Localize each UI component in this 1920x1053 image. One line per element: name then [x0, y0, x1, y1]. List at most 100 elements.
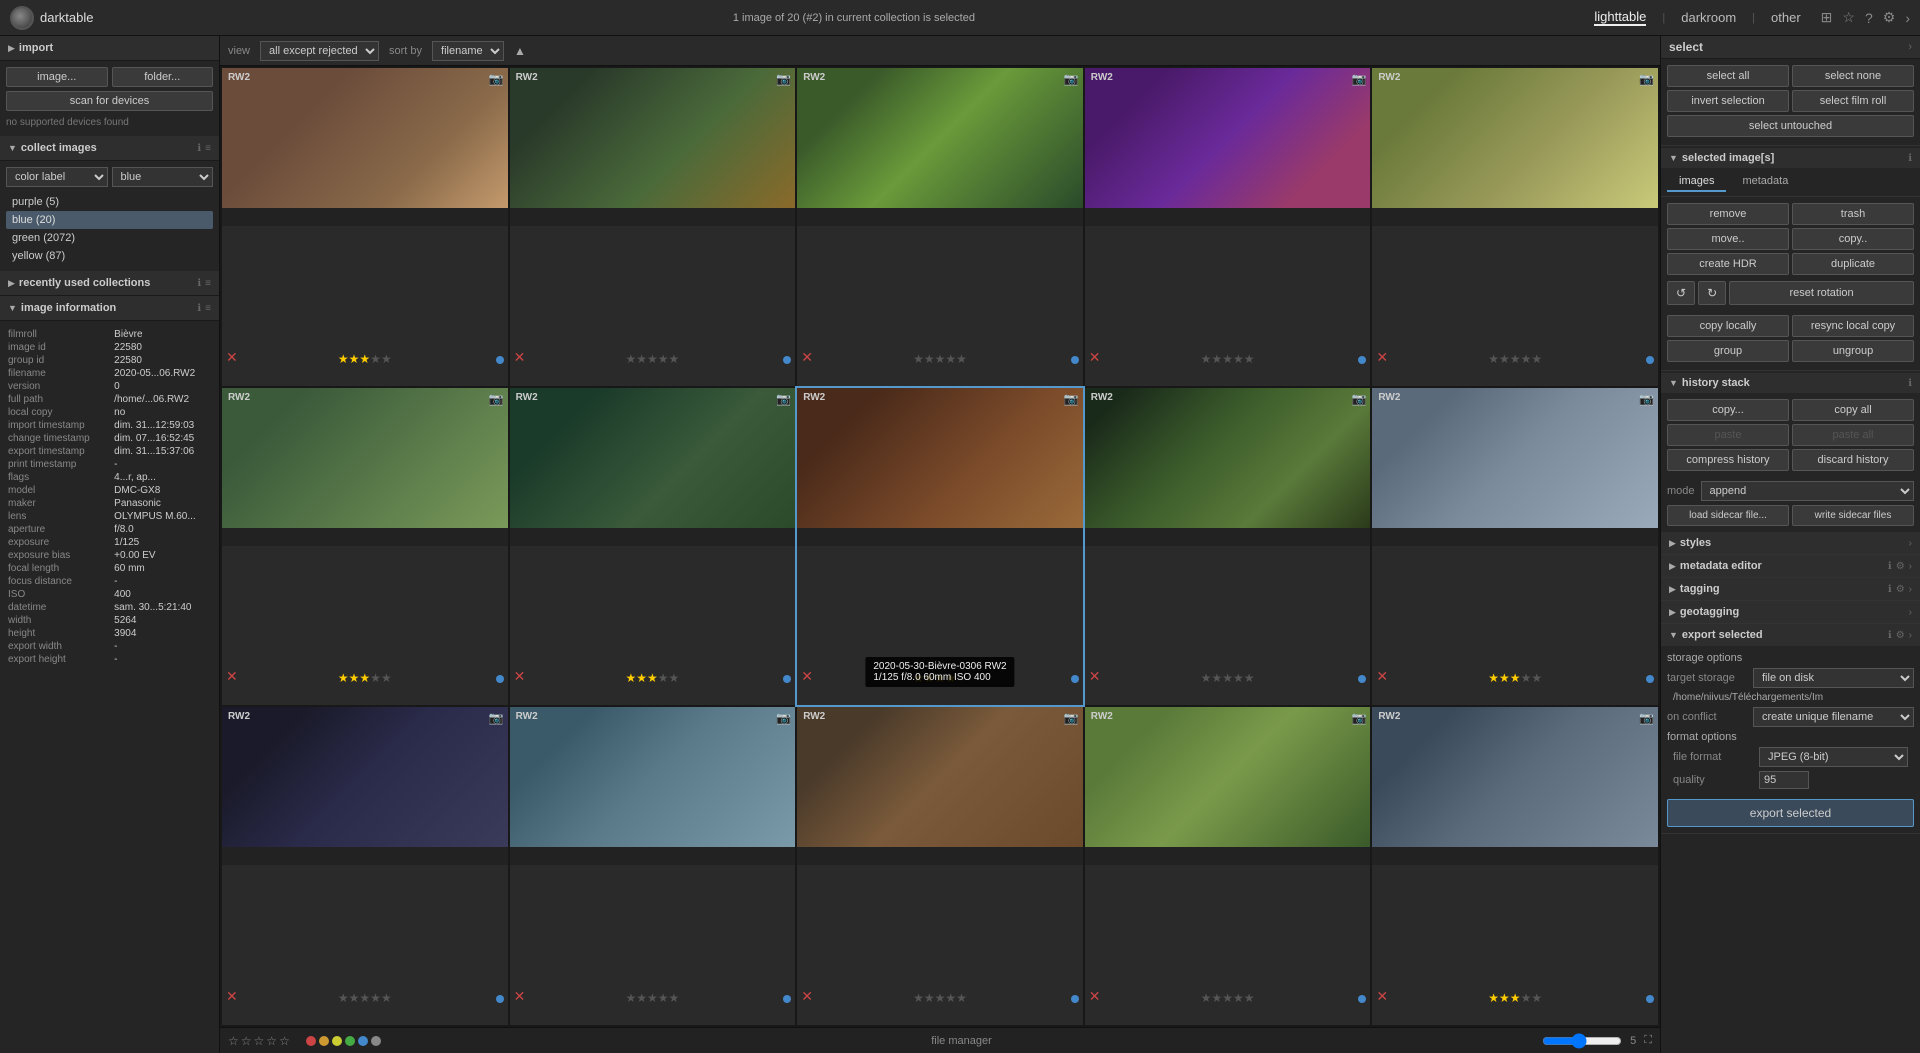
- grid-icon[interactable]: ⊞: [1821, 9, 1833, 26]
- thumbnail-1[interactable]: RW2📷★★★★★✕: [222, 68, 508, 386]
- discard-history-btn[interactable]: discard history: [1792, 449, 1914, 471]
- thumb-reject-btn-11[interactable]: ✕: [226, 988, 238, 1005]
- thumb-reject-btn-12[interactable]: ✕: [514, 988, 526, 1005]
- thumb-reject-btn-2[interactable]: ✕: [514, 349, 526, 366]
- export-selected-btn[interactable]: export selected: [1667, 799, 1914, 827]
- collection-purple[interactable]: purple (5): [6, 193, 213, 211]
- mode-select[interactable]: append: [1701, 481, 1914, 501]
- target-storage-select[interactable]: file on disk: [1753, 668, 1914, 688]
- tagging-settings-icon[interactable]: ⚙: [1896, 584, 1905, 595]
- star-filter-0[interactable]: ☆: [228, 1034, 239, 1048]
- create-hdr-btn[interactable]: create HDR: [1667, 253, 1789, 275]
- image-btn[interactable]: image...: [6, 67, 108, 87]
- thumbnail-11[interactable]: RW2📷★★★★★✕: [222, 707, 508, 1025]
- history-paste-btn[interactable]: paste: [1667, 424, 1789, 446]
- tagging-header[interactable]: ▶ tagging ℹ ⚙ ›: [1661, 578, 1920, 600]
- thumbnail-2[interactable]: RW2📷★★★★★✕: [510, 68, 796, 386]
- star-icon[interactable]: ☆: [1842, 9, 1855, 26]
- thumbnail-15[interactable]: RW2📷★★★★★✕: [1372, 707, 1658, 1025]
- export-chevron-icon[interactable]: ›: [1909, 630, 1912, 641]
- move-btn[interactable]: move..: [1667, 228, 1789, 250]
- copy-locally-btn[interactable]: copy locally: [1667, 315, 1789, 337]
- recently-used-header[interactable]: ▶ recently used collections ℹ ≡: [0, 271, 219, 296]
- compress-history-btn[interactable]: compress history: [1667, 449, 1789, 471]
- reset-rotation-btn[interactable]: reset rotation: [1729, 281, 1914, 305]
- export-settings-icon[interactable]: ⚙: [1896, 630, 1905, 641]
- geotagging-header[interactable]: ▶ geotagging ›: [1661, 601, 1920, 623]
- thumb-stars-11[interactable]: ★★★★★: [338, 991, 392, 1005]
- thumb-reject-btn-13[interactable]: ✕: [801, 988, 813, 1005]
- duplicate-btn[interactable]: duplicate: [1792, 253, 1914, 275]
- tab-images[interactable]: images: [1667, 172, 1726, 192]
- styles-header[interactable]: ▶ styles ›: [1661, 532, 1920, 554]
- thumb-reject-btn-5[interactable]: ✕: [1376, 349, 1388, 366]
- select-all-btn[interactable]: select all: [1667, 65, 1789, 87]
- thumb-reject-btn-15[interactable]: ✕: [1376, 988, 1388, 1005]
- chevron-icon[interactable]: ›: [1905, 10, 1910, 26]
- select-chevron-icon[interactable]: ›: [1908, 41, 1912, 53]
- recently-info-icon[interactable]: ℹ: [197, 278, 201, 289]
- thumbnail-8[interactable]: RW2📷2020-05-30-Bièvre-0306 RW21/125 f/8.…: [797, 388, 1083, 706]
- expand-icon[interactable]: ⛶: [1644, 1034, 1652, 1047]
- styles-chevron-icon[interactable]: ›: [1909, 538, 1912, 549]
- thumbnail-7[interactable]: RW2📷★★★★★✕: [510, 388, 796, 706]
- recently-menu-icon[interactable]: ≡: [205, 278, 211, 289]
- invert-selection-btn[interactable]: invert selection: [1667, 90, 1789, 112]
- filter-value-select[interactable]: blue: [112, 167, 214, 187]
- thumbnail-9[interactable]: RW2📷★★★★★✕: [1085, 388, 1371, 706]
- thumb-stars-14[interactable]: ★★★★★: [1201, 991, 1255, 1005]
- nav-lighttable[interactable]: lighttable: [1594, 9, 1646, 26]
- thumb-reject-btn-7[interactable]: ✕: [514, 668, 526, 685]
- geotagging-chevron-icon[interactable]: ›: [1909, 607, 1912, 618]
- sort-arrow-icon[interactable]: ▲: [514, 44, 526, 58]
- rotate-ccw-btn[interactable]: ↺: [1667, 281, 1695, 305]
- thumb-stars-7[interactable]: ★★★★★: [625, 671, 679, 685]
- export-header[interactable]: ▼ export selected ℹ ⚙ ›: [1661, 624, 1920, 646]
- history-paste-all-btn[interactable]: paste all: [1792, 424, 1914, 446]
- on-conflict-select[interactable]: create unique filename: [1753, 707, 1914, 727]
- color-gray[interactable]: [371, 1036, 381, 1046]
- color-green[interactable]: [345, 1036, 355, 1046]
- star-filter-3[interactable]: ☆: [266, 1034, 277, 1048]
- metadata-info-icon[interactable]: ℹ: [1888, 561, 1892, 572]
- thumb-stars-3[interactable]: ★★★★★: [913, 352, 967, 366]
- resync-btn[interactable]: resync local copy: [1792, 315, 1914, 337]
- ungroup-btn[interactable]: ungroup: [1792, 340, 1914, 362]
- thumb-reject-btn-1[interactable]: ✕: [226, 349, 238, 366]
- scan-btn[interactable]: scan for devices: [6, 91, 213, 111]
- thumb-reject-btn-8[interactable]: ✕: [801, 668, 813, 685]
- thumbnail-10[interactable]: RW2📷★★★★★✕: [1372, 388, 1658, 706]
- info-info-icon[interactable]: ℹ: [197, 303, 201, 314]
- trash-btn[interactable]: trash: [1792, 203, 1914, 225]
- group-btn[interactable]: group: [1667, 340, 1789, 362]
- thumbnail-12[interactable]: RW2📷★★★★★✕: [510, 707, 796, 1025]
- thumb-reject-btn-14[interactable]: ✕: [1089, 988, 1101, 1005]
- thumb-stars-9[interactable]: ★★★★★: [1201, 671, 1255, 685]
- color-orange[interactable]: [319, 1036, 329, 1046]
- thumb-stars-2[interactable]: ★★★★★: [625, 352, 679, 366]
- import-section-header[interactable]: ▶ import: [0, 36, 219, 61]
- thumb-stars-13[interactable]: ★★★★★: [913, 991, 967, 1005]
- select-none-btn[interactable]: select none: [1792, 65, 1914, 87]
- copy-btn[interactable]: copy..: [1792, 228, 1914, 250]
- thumb-stars-10[interactable]: ★★★★★: [1488, 671, 1542, 685]
- zoom-slider[interactable]: [1542, 1033, 1622, 1049]
- gear-icon[interactable]: ⚙: [1883, 9, 1896, 26]
- export-info-icon[interactable]: ℹ: [1888, 630, 1892, 641]
- filter-field-select[interactable]: color label: [6, 167, 108, 187]
- tagging-info-icon[interactable]: ℹ: [1888, 584, 1892, 595]
- thumbnail-6[interactable]: RW2📷★★★★★✕: [222, 388, 508, 706]
- quality-input[interactable]: [1759, 771, 1809, 789]
- history-info-icon[interactable]: ℹ: [1908, 378, 1912, 389]
- selected-info-icon[interactable]: ℹ: [1908, 153, 1912, 164]
- metadata-settings-icon[interactable]: ⚙: [1896, 561, 1905, 572]
- tab-metadata[interactable]: metadata: [1730, 172, 1800, 192]
- info-menu-icon[interactable]: ≡: [205, 303, 211, 314]
- thumb-stars-8[interactable]: ★★★★★: [913, 671, 967, 685]
- color-yellow[interactable]: [332, 1036, 342, 1046]
- star-filter-4[interactable]: ☆: [279, 1034, 290, 1048]
- collect-info-icon[interactable]: ℹ: [197, 143, 201, 154]
- thumb-reject-btn-3[interactable]: ✕: [801, 349, 813, 366]
- collection-green[interactable]: green (2072): [6, 229, 213, 247]
- collect-menu-icon[interactable]: ≡: [205, 143, 211, 154]
